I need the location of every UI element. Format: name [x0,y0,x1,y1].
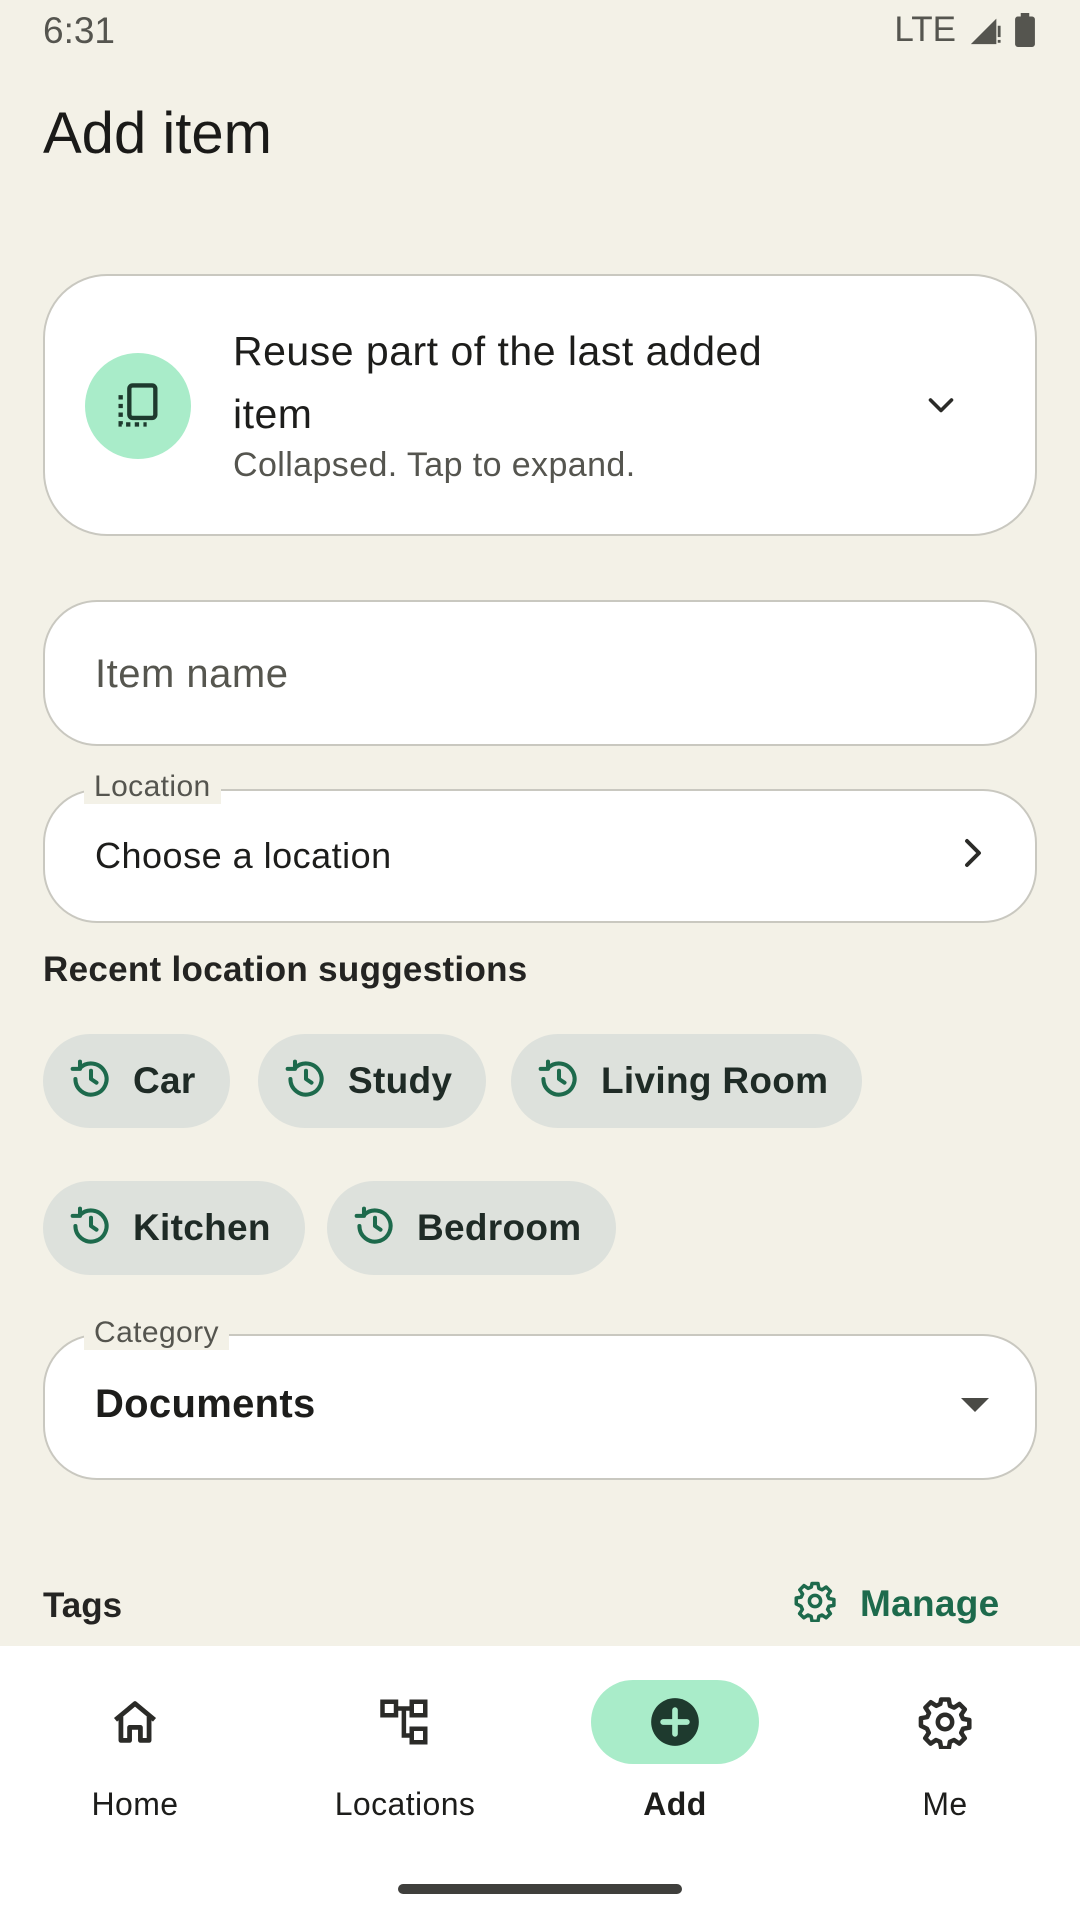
nav-item-add[interactable]: Add [565,1680,785,1850]
category-label: Category [84,1316,229,1350]
bottom-navigation: Home Locations Add Me [0,1646,1080,1920]
category-dropdown[interactable]: Documents [43,1334,1037,1480]
chip-label: Kitchen [133,1207,271,1248]
nav-item-locations[interactable]: Locations [295,1680,515,1850]
suggestion-chip-car[interactable]: Car [43,1034,230,1128]
status-time: 6:31 [43,10,116,51]
item-name-field[interactable] [43,600,1037,746]
suggestion-chip-kitchen[interactable]: Kitchen [43,1181,305,1275]
nav-label: Locations [334,1786,476,1822]
status-bar: 6:31 LTE [0,0,1080,64]
status-icons: LTE [894,10,1036,50]
page-title: Add item [43,101,272,166]
gear-icon [794,1580,836,1627]
suggestion-chip-bedroom[interactable]: Bedroom [327,1181,616,1275]
reuse-card-title: Reuse part of the last added item [233,328,763,437]
location-value: Choose a location [95,835,392,876]
nav-item-me[interactable]: Me [835,1680,1055,1850]
location-label: Location [84,770,221,804]
copy-document-icon [85,353,191,459]
chip-label: Living Room [601,1060,829,1101]
network-type: LTE [894,10,956,49]
manage-tags-button[interactable]: Manage [794,1580,1000,1627]
signal-icon [968,13,1002,47]
battery-icon [1014,13,1036,47]
chevron-right-icon [955,835,991,876]
location-field[interactable]: Choose a location [43,789,1037,923]
nav-label: Me [922,1786,968,1822]
history-icon [353,1204,397,1253]
chevron-down-icon[interactable] [923,388,959,429]
home-icon [51,1680,219,1764]
gear-icon [861,1680,1029,1764]
history-icon [69,1204,113,1253]
suggestion-chip-study[interactable]: Study [258,1034,487,1128]
home-indicator[interactable] [398,1884,682,1894]
history-icon [537,1057,581,1106]
reuse-last-item-card[interactable]: Reuse part of the last added item Collap… [43,274,1037,536]
history-icon [69,1057,113,1106]
reuse-card-subtitle: Collapsed. Tap to expand. [233,446,636,484]
history-icon [284,1057,328,1106]
tags-heading: Tags [43,1586,123,1625]
chip-label: Car [133,1060,196,1101]
chip-label: Bedroom [417,1207,582,1248]
chip-label: Study [348,1060,453,1101]
dropdown-arrow-icon [961,1398,989,1412]
nav-label: Add [643,1786,707,1822]
suggestions-heading: Recent location suggestions [43,950,528,989]
add-circle-icon [591,1680,759,1764]
nav-item-home[interactable]: Home [25,1680,245,1850]
suggestion-chip-living-room[interactable]: Living Room [511,1034,863,1128]
hierarchy-icon [321,1680,489,1764]
item-name-input[interactable] [95,642,975,706]
manage-label: Manage [860,1582,1000,1624]
nav-label: Home [91,1786,179,1822]
category-value: Documents [95,1382,316,1426]
